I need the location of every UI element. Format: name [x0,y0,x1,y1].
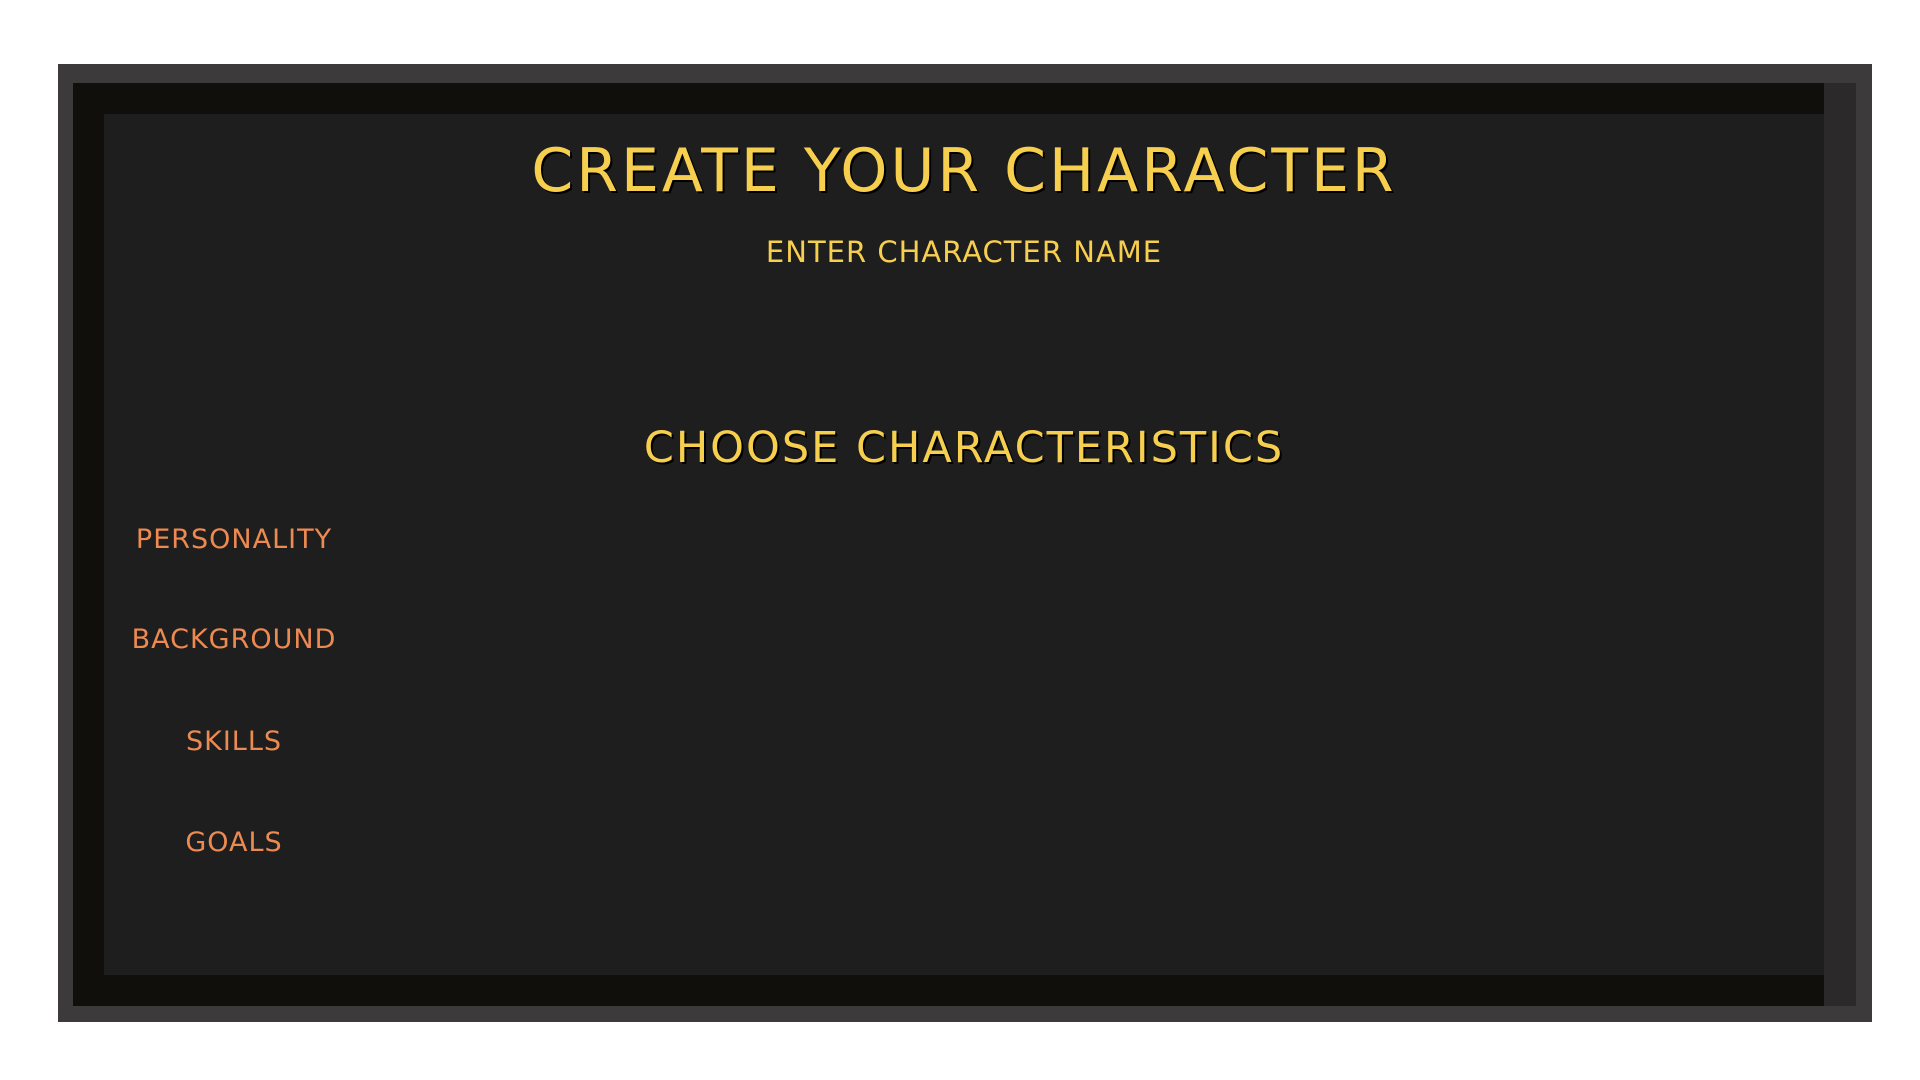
characteristics-heading: CHOOSE CHARACTERISTICS [643,423,1285,473]
page-title: CREATE YOUR CHARACTER [531,136,1397,206]
character-creation-panel: CREATE YOUR CHARACTER ENTER CHARACTER NA… [104,114,1824,975]
menu-item-personality[interactable]: PERSONALITY [114,524,354,555]
menu-item-skills[interactable]: SKILLS [114,726,354,757]
menu-item-background[interactable]: BACKGROUND [114,624,354,655]
character-name-input[interactable]: ENTER CHARACTER NAME [104,235,1824,269]
characteristics-menu: PERSONALITY BACKGROUND SKILLS GOALS [114,114,354,975]
menu-item-goals[interactable]: GOALS [114,827,354,858]
